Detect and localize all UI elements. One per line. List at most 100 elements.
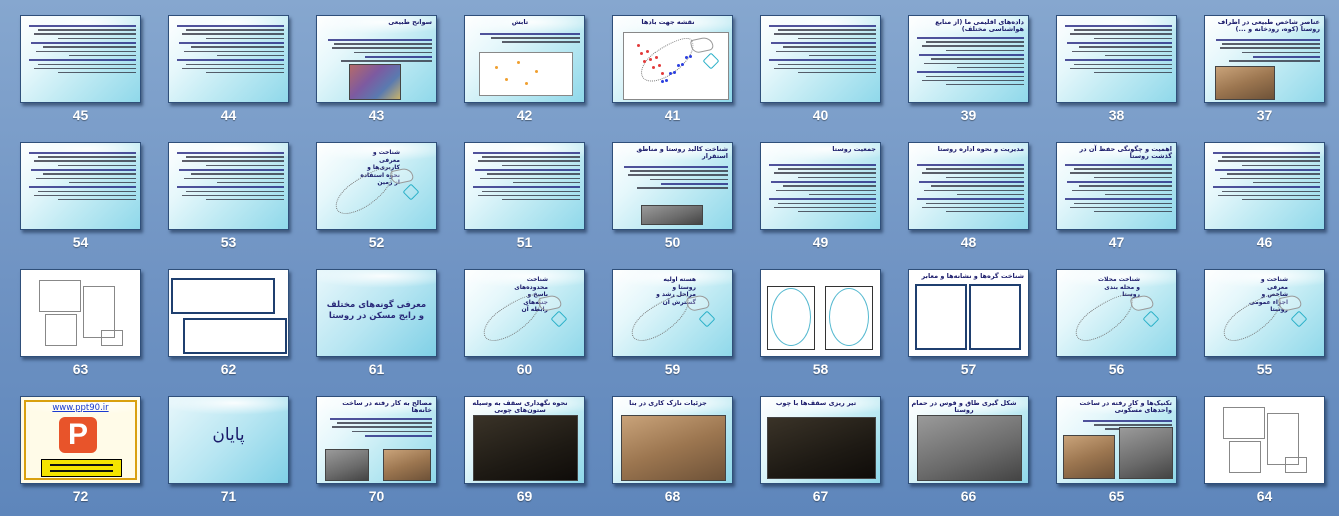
- map-inset: [685, 293, 711, 313]
- slide-thumbnail[interactable]: شناخت و معرفی شاخص و اجزاء عمومی روستا: [1204, 269, 1325, 357]
- text-line: [502, 164, 580, 167]
- slide-thumbnail[interactable]: جمعیت روستا: [760, 142, 881, 230]
- slide-thumbnail-cell: 40: [760, 15, 881, 133]
- text-line: [921, 79, 1024, 82]
- slide-thumbnail-cell: 44: [168, 15, 289, 133]
- text-line: [778, 63, 876, 66]
- slide-title: شکل گیری طاق و قوس در حمام روستا: [911, 399, 1017, 415]
- text-line: [38, 63, 136, 66]
- text-lines: [913, 161, 1024, 225]
- slide-thumbnail[interactable]: اهمیت و چگونگی حفظ آن در گذشت روستا: [1056, 142, 1177, 230]
- map-inset: [1277, 293, 1303, 313]
- slide-number: 59: [664, 361, 681, 377]
- text-line: [917, 197, 1024, 200]
- slide-thumbnail[interactable]: عناصر شاخص طبیعی در اطراف روستا (کوه، رو…: [1204, 15, 1325, 103]
- text-lines: [1061, 22, 1172, 98]
- website-link[interactable]: www.ppt90.ir: [21, 403, 140, 413]
- slide-thumbnail[interactable]: تکنیک‌ها و کار رفته در ساخت واحدهای مسکو…: [1056, 396, 1177, 484]
- text-line: [773, 67, 876, 70]
- text-line: [1083, 419, 1172, 422]
- slide-thumbnail-cell: جزئیات نازک کاری در بنا 68: [612, 396, 733, 514]
- slide-thumbnail[interactable]: [20, 15, 141, 103]
- slide-thumbnail[interactable]: [20, 269, 141, 357]
- slide-thumbnail-cell: شناخت محلات و محله بندی روستا 56: [1056, 269, 1177, 387]
- slide-title: شناخت کالبد روستا و مناطق استقرار: [636, 145, 728, 161]
- decor-swoosh: [169, 397, 288, 415]
- map-inset: [389, 166, 415, 186]
- text-line: [946, 210, 1024, 213]
- slide-thumbnail[interactable]: تابش: [464, 15, 585, 103]
- slide-thumbnail[interactable]: تیر ریزی سقف‌ها با چوب: [760, 396, 881, 484]
- text-line: [482, 156, 580, 158]
- text-lines: [25, 22, 136, 98]
- slide-number: 63: [72, 361, 89, 377]
- text-line: [1069, 172, 1172, 174]
- slide-number: 70: [368, 488, 385, 504]
- slide-thumbnail[interactable]: [1056, 15, 1177, 103]
- text-line: [42, 46, 136, 48]
- slide-thumbnail[interactable]: [760, 15, 881, 103]
- text-line: [177, 24, 284, 27]
- slide-thumbnail-cell: 54: [20, 142, 141, 260]
- slide-photo: [349, 64, 401, 100]
- slide-thumbnail[interactable]: شناخت و معرفی کاربری‌ها و نحوه استفاده ا…: [316, 142, 437, 230]
- text-line: [1217, 194, 1320, 197]
- slide-thumbnail[interactable]: [168, 15, 289, 103]
- slide-thumbnail[interactable]: هسته اولیه روستا و مراحل رشد و گسترش آن: [612, 269, 733, 357]
- text-line: [809, 193, 876, 196]
- text-line: [776, 50, 876, 53]
- map-inset: [1129, 293, 1155, 313]
- slide-thumbnail[interactable]: [20, 142, 141, 230]
- slide-thumbnail[interactable]: نحوه نگهداری سقف به وسیله ستون‌های چوبی: [464, 396, 585, 484]
- text-line: [957, 66, 1024, 69]
- ppt-logo-icon: P: [59, 417, 97, 453]
- slide-number: 56: [1108, 361, 1125, 377]
- slide-thumbnail[interactable]: [760, 269, 881, 357]
- slide-thumbnail[interactable]: شکل گیری طاق و قوس در حمام روستا: [908, 396, 1029, 484]
- slide-number: 64: [1256, 488, 1273, 504]
- drawing-frame: [183, 318, 287, 354]
- slide-number: 58: [812, 361, 829, 377]
- slide-thumbnail[interactable]: [464, 142, 585, 230]
- slide-number: 57: [960, 361, 977, 377]
- north-marker-icon: [1142, 310, 1160, 328]
- slide-thumbnail-cell: 62: [168, 269, 289, 387]
- wind-marker-blue: [685, 56, 688, 59]
- slide-thumbnail[interactable]: [168, 269, 289, 357]
- slide-thumbnail[interactable]: شناخت محدوده‌های پاسخ و جنبه‌های رابطه آ…: [464, 269, 585, 357]
- text-line: [206, 37, 284, 40]
- slide-thumbnail[interactable]: www.ppt90.ir P: [20, 396, 141, 484]
- wind-marker-red: [652, 66, 655, 69]
- slide-thumbnail[interactable]: شناخت گره‌ها و نشانه‌ها و معابر: [908, 269, 1029, 357]
- slide-thumbnail[interactable]: جزئیات نازک کاری در بنا: [612, 396, 733, 484]
- slide-thumbnail[interactable]: معرفی گونه‌های مختلف و رایج مسکن در روست…: [316, 269, 437, 357]
- slide-thumbnail[interactable]: شناخت محلات و محله بندی روستا: [1056, 269, 1177, 357]
- slide-thumbnail[interactable]: [168, 142, 289, 230]
- text-line: [1253, 55, 1320, 58]
- slide-thumbnail-cell: سوانح طبیعی 43: [316, 15, 437, 133]
- slide-thumbnail-cell: 51: [464, 142, 585, 260]
- slide-thumbnail[interactable]: مدیریت و نحوه اداره روستا: [908, 142, 1029, 230]
- diagram-box: [479, 52, 573, 96]
- text-line: [1074, 168, 1172, 170]
- slide-thumbnail[interactable]: شناخت کالبد روستا و مناطق استقرار: [612, 142, 733, 230]
- wind-marker-red: [661, 72, 664, 75]
- text-line: [917, 163, 1024, 166]
- text-line: [1078, 46, 1172, 48]
- text-line: [1094, 210, 1172, 213]
- slide-number: 65: [1108, 488, 1125, 504]
- slide-thumbnail[interactable]: سوانح طبیعی: [316, 15, 437, 103]
- slide-thumbnail[interactable]: پایان: [168, 396, 289, 484]
- slide-thumbnail-cell: هسته اولیه روستا و مراحل رشد و گسترش آن 5…: [612, 269, 733, 387]
- slide-thumbnail[interactable]: نقشه جهت بادها: [612, 15, 733, 103]
- slide-thumbnail[interactable]: [1204, 142, 1325, 230]
- plan-sketch: [1223, 407, 1265, 439]
- slide-photo: [325, 449, 369, 481]
- slide-thumbnail[interactable]: مصالح به کار رفته در ساخت خانه‌ها: [316, 396, 437, 484]
- text-line: [782, 46, 876, 48]
- text-line: [1078, 185, 1172, 187]
- slide-thumbnail[interactable]: داده‌های اقلیمی ما (از منابع هواشناسی مخ…: [908, 15, 1029, 103]
- text-line: [36, 177, 136, 180]
- text-line: [1215, 38, 1320, 41]
- slide-thumbnail[interactable]: [1204, 396, 1325, 484]
